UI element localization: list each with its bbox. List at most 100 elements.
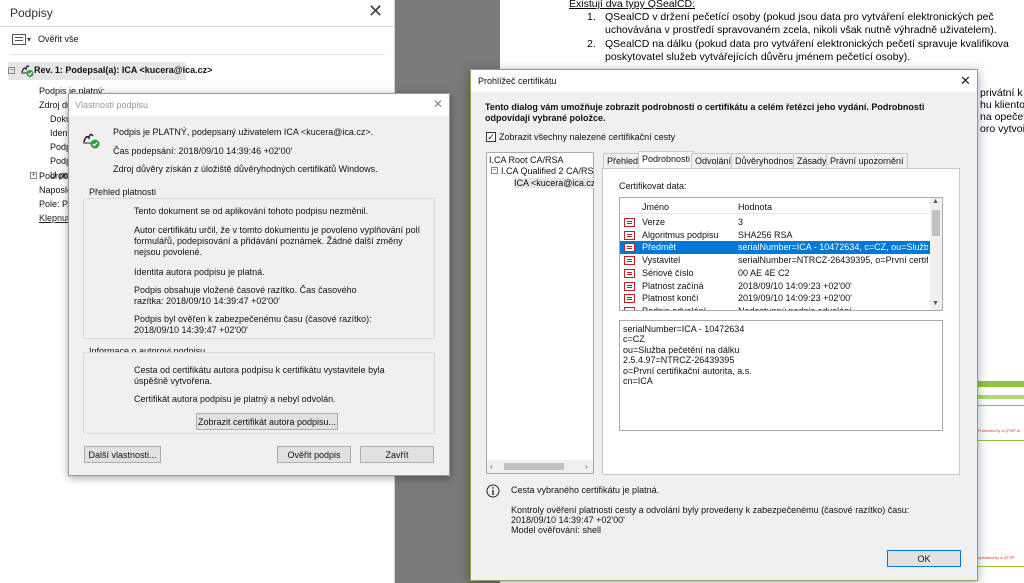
table-row[interactable]: Platnost končí 2019/09/10 14:09:23 +02'00… — [620, 292, 935, 305]
close-icon[interactable]: ✕ — [960, 73, 971, 89]
scrollbar-thumb[interactable] — [504, 463, 564, 470]
column-header-name[interactable]: Jméno — [642, 202, 669, 212]
table-row[interactable]: Sériové číslo 00 AE 4E C2 — [620, 267, 935, 280]
tab-details[interactable]: Podrobnosti — [638, 151, 695, 168]
certificate-field-icon — [624, 306, 635, 310]
tab-legal-notice[interactable]: Právní upozornění — [826, 153, 908, 168]
diagram-bar — [978, 381, 1024, 387]
certificate-field-icon — [624, 294, 635, 304]
valid-signature-icon — [21, 65, 34, 77]
field-value: serialNumber=ICA - 10472634, c=CZ, ou=Sl… — [738, 242, 928, 253]
validate-signature-button[interactable]: Ověřit podpis — [277, 446, 351, 463]
tab-overview[interactable]: Přehled — [603, 153, 643, 168]
signer-line: Certifikát autora podpisu je platný a ne… — [134, 394, 336, 404]
field-name: Sériové číslo — [642, 267, 694, 278]
field-name: Podpis odvolání — [642, 305, 707, 311]
chain-item-leaf[interactable]: ICA <kucera@ica.cz> — [514, 178, 594, 188]
scroll-right-icon[interactable]: › — [585, 462, 588, 471]
grid-rows: Verze 3 Algoritmus podpisu SHA256 RSA Předmě… — [620, 216, 935, 310]
chevron-down-icon[interactable]: ▾ — [27, 35, 31, 44]
text-fragment: na opečetě — [980, 111, 1024, 123]
close-icon[interactable]: ✕ — [368, 2, 383, 20]
chain-item-root[interactable]: I.CA Root CA/RSA — [489, 155, 564, 165]
chain-item-intermediate[interactable]: I.CA Qualified 2 CA/RSA 0 — [501, 166, 593, 176]
options-menu-icon[interactable] — [12, 34, 26, 45]
signer-info-group: Cesta od certifikátu autora podpisu k ce… — [83, 352, 435, 434]
certificate-chain-tree[interactable]: I.CA Root CA/RSA − I.CA Qualified 2 CA/R… — [486, 152, 594, 474]
revision-label: Rev. 1: Podepsal(a): ICA <kucera@ica.cz> — [34, 65, 213, 75]
show-all-paths-label[interactable]: Zobrazit všechny nalezené certifikační c… — [499, 132, 675, 142]
scroll-up-icon[interactable]: ▲ — [932, 198, 939, 205]
list-text: poskytovatel služeb vytvářejících důvěru… — [605, 51, 911, 63]
expand-icon[interactable]: + — [30, 172, 37, 179]
collapse-icon[interactable]: − — [491, 167, 498, 174]
signature-revision-row[interactable]: − Rev. 1: Podepsal(a): ICA <kucera@ica.c… — [8, 62, 212, 80]
diagram-line — [978, 440, 1024, 441]
tab-policies[interactable]: Zásady — [793, 153, 831, 168]
table-row[interactable]: Podpis odvolání Nedostupný podpis odvolán… — [620, 305, 935, 311]
field-name: Algoritmus podpisu — [642, 229, 719, 240]
validate-all-button[interactable]: Ověřit vše — [38, 34, 79, 44]
dialog-titlebar: Vlastnosti podpisu ✕ — [69, 94, 449, 116]
validity-summary-group: Tento dokument se od aplikování tohoto p… — [83, 198, 435, 339]
show-all-paths-checkbox[interactable]: ✓ — [486, 132, 496, 142]
field-value: 2019/09/10 14:09:23 +02'00' — [738, 293, 852, 304]
table-row[interactable]: Předmět serialNumber=ICA - 10472634, c=CZ… — [620, 241, 935, 255]
field-value: serialNumber=NTRCZ-26439395, o=První cer… — [738, 255, 928, 266]
text-fragment: Protected by a QTSP in — [978, 428, 1020, 433]
close-button[interactable]: Zavřít — [360, 446, 434, 463]
certificate-field-icon — [624, 268, 635, 278]
dialog-titlebar: Prohlížeč certifikátu ✕ — [471, 70, 977, 92]
table-row[interactable]: Algoritmus podpisu SHA256 RSA — [620, 229, 935, 242]
table-row[interactable]: Platnost začíná 2018/09/10 14:09:23 +02'0… — [620, 280, 935, 293]
text-fragment: hu klientov — [980, 99, 1024, 111]
certificate-fields-grid[interactable]: Jméno Hodnota Verze 3 Algoritmus podpisu SH… — [619, 197, 943, 311]
certificate-field-icon — [624, 230, 635, 240]
tab-trust[interactable]: Důvěryhodnost — [731, 153, 800, 168]
column-header-value[interactable]: Hodnota — [738, 202, 772, 212]
dialog-title: Vlastnosti podpisu — [75, 100, 149, 110]
signing-time: Čas podepsání: 2018/09/10 14:39:46 +02'0… — [113, 146, 293, 156]
show-signer-certificate-button[interactable]: Zobrazit certifikát autora podpisu... — [196, 413, 338, 430]
dialog-title: Prohlížeč certifikátu — [478, 76, 557, 86]
ok-button[interactable]: OK — [887, 550, 961, 567]
scroll-left-icon[interactable]: ‹ — [490, 462, 493, 471]
certificate-viewer-dialog: Prohlížeč certifikátu ✕ Tento dialog vám… — [470, 69, 978, 581]
validation-model: Model ověřování: shell — [511, 525, 602, 535]
valid-signature-icon — [83, 133, 100, 149]
text-fragment: privátní k — [980, 87, 1023, 99]
close-icon[interactable]: ✕ — [433, 97, 443, 111]
validity-note: Kontroly ověření platnosti cesty a odvol… — [511, 505, 910, 515]
vertical-scrollbar[interactable]: ▲ ▼ — [930, 198, 942, 310]
divider — [0, 26, 395, 27]
field-detail-text[interactable]: serialNumber=ICA - 10472634 c=CZ ou=Služ… — [619, 320, 943, 431]
list-text: QSealCD v držení pečetící osoby (pokud j… — [605, 11, 994, 23]
validity-line: Podpis byl ověřen k zabezpečenému času (… — [134, 314, 372, 335]
tab-revocation[interactable]: Odvolání — [691, 153, 736, 168]
horizontal-scrollbar[interactable]: ‹ › — [487, 460, 593, 473]
certificate-field-icon — [624, 218, 635, 227]
certificate-field-icon — [624, 243, 635, 253]
diagram-bar — [978, 395, 1024, 399]
more-properties-button[interactable]: Další vlastnosti... — [84, 446, 161, 463]
signature-status: Podpis je PLATNÝ, podepsaný uživatelem I… — [113, 127, 374, 137]
certificate-field-icon — [624, 256, 635, 266]
tree-item[interactable]: Podrob — [39, 171, 68, 181]
info-icon — [486, 484, 500, 498]
table-row[interactable]: Vystavitel serialNumber=NTRCZ-26439395, o… — [620, 254, 935, 267]
field-value: 2018/09/10 14:09:23 +02'00' — [738, 280, 852, 291]
divider — [10, 54, 385, 55]
certificate-field-icon — [624, 281, 635, 291]
diagram-line — [978, 405, 1024, 406]
trust-source: Zdroj důvěry získán z úložiště důvěryhod… — [113, 164, 378, 174]
validity-time: 2018/09/10 14:39:47 +02'00' — [511, 515, 625, 525]
validity-line: Identita autora podpisu je platná. — [134, 267, 265, 277]
validity-group-title: Přehled platnosti — [89, 187, 157, 197]
text-fragment: operated by a QTSP — [978, 555, 1015, 560]
scrollbar-thumb[interactable] — [932, 210, 940, 236]
table-row[interactable]: Verze 3 — [620, 216, 935, 229]
field-name: Předmět — [642, 242, 677, 253]
path-status: Cesta vybraného certifikátu je platná. — [511, 485, 660, 495]
collapse-icon[interactable]: − — [8, 67, 15, 74]
scroll-down-icon[interactable]: ▼ — [932, 300, 939, 307]
